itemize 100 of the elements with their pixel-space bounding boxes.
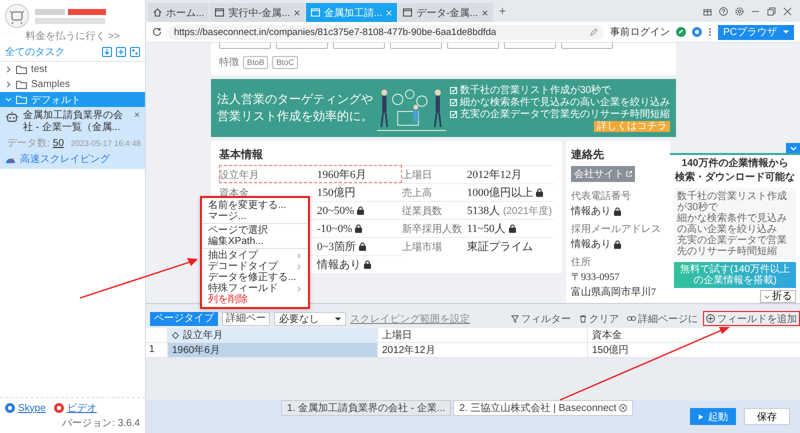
checkbox-icon xyxy=(450,99,457,106)
home-icon xyxy=(153,8,162,17)
tasks-header: 全てのタスク xyxy=(5,46,66,59)
popup-title: 140万件の企業情報から xyxy=(682,158,788,170)
column-header[interactable]: 設立年月 xyxy=(167,328,377,342)
folder-icon xyxy=(16,65,27,74)
pencil-icon[interactable] xyxy=(590,28,598,36)
menu-item[interactable]: 列を削除 xyxy=(202,294,308,305)
task-card[interactable]: 金属加工請負業界の会社 - 企業一覧（金属... × データ数: 50 2023-05-17 16:4:48 高速スクレイピング xyxy=(0,107,145,169)
save-button[interactable]: 保存 xyxy=(744,408,790,425)
import-icon[interactable] xyxy=(102,47,112,57)
play-icon xyxy=(698,414,704,420)
dropdown[interactable]: 必要なし xyxy=(274,312,346,326)
footer-link[interactable]: ビデオ xyxy=(66,401,97,415)
toolbar-button[interactable]: フィールドを追加 xyxy=(703,311,800,326)
field-value: 東証プライム xyxy=(467,240,533,254)
info-field[interactable]: 新卒採用人数 11~50人 xyxy=(402,219,554,237)
field-label: 設立年月 xyxy=(219,168,260,182)
new-tab-button[interactable]: + xyxy=(494,4,512,18)
help-icon[interactable] xyxy=(719,6,728,16)
lock-icon xyxy=(364,260,371,269)
info-field[interactable]: 売上高 1000億円以上 xyxy=(402,183,554,201)
window-icon xyxy=(403,8,412,17)
field-label: 上場日 xyxy=(402,168,433,182)
field-label: 新卒採用人数 xyxy=(402,222,463,236)
redaction-block xyxy=(68,8,106,14)
video-icon[interactable] xyxy=(54,403,64,413)
extension-icon[interactable] xyxy=(692,27,702,37)
card-title: 基本情報 xyxy=(219,148,264,163)
field-value: 1000億円以上 xyxy=(467,186,533,200)
close-icon[interactable] xyxy=(294,10,300,16)
field-value: 150億円 xyxy=(317,186,356,200)
chevron-icon[interactable] xyxy=(5,66,12,73)
data-count-link[interactable]: 50 xyxy=(52,138,64,148)
close-button[interactable]: × xyxy=(134,110,140,121)
folder-item[interactable]: test xyxy=(0,62,145,77)
field-label: 採用メールアドレス xyxy=(571,223,662,236)
features-label: 特徴 xyxy=(219,56,239,69)
info-field[interactable]: 設立年月 1960年6月 xyxy=(219,165,402,183)
info-field[interactable]: 従業員数 5138人 (2021年度) xyxy=(402,201,554,219)
menu-item[interactable]: データを修正する... xyxy=(202,272,308,283)
settings-icon[interactable] xyxy=(735,6,744,16)
skype-icon[interactable] xyxy=(5,403,15,413)
filter-icon xyxy=(511,314,519,322)
table-cell: 2012年12月 xyxy=(377,343,587,357)
caret-icon xyxy=(335,316,341,322)
task-time: 2023-05-17 16:4:48 xyxy=(70,138,141,148)
info-field[interactable]: 上場市場 東証プライム xyxy=(402,237,554,255)
data-count-label: データ数: xyxy=(7,137,50,150)
close-icon[interactable] xyxy=(482,10,488,16)
info-field[interactable]: 上場日 2012年12月 xyxy=(402,165,554,183)
lock-icon xyxy=(355,224,362,233)
folder-item[interactable]: Samples xyxy=(0,77,145,92)
external-link-icon xyxy=(626,171,632,177)
restore-icon[interactable] xyxy=(767,6,776,16)
add-icon[interactable] xyxy=(116,47,126,57)
lock-icon xyxy=(536,188,543,197)
column-header[interactable]: 上場日 xyxy=(377,328,587,342)
footer-link[interactable]: Skype xyxy=(18,402,46,414)
more-icon[interactable] xyxy=(708,27,712,37)
toolbar-button[interactable]: 詳細ページに xyxy=(624,311,701,326)
version-label: バージョン: 3.6.4 xyxy=(62,417,140,430)
close-icon[interactable] xyxy=(619,404,628,412)
robot-avatar-icon[interactable] xyxy=(5,4,29,28)
field-value: 0~3箇所 xyxy=(317,240,356,254)
toolbar-button[interactable]: クリア xyxy=(576,311,622,326)
menu-item[interactable]: 特殊フィールド xyxy=(202,283,308,294)
extension-icon[interactable] xyxy=(676,27,686,37)
billing-link[interactable]: 料金を払うに行く >> xyxy=(25,29,120,43)
field-value: 情報あり xyxy=(571,238,611,251)
collapse-toggle[interactable] xyxy=(786,143,800,153)
field-label: 代表電話番号 xyxy=(571,190,632,203)
run-tab[interactable]: 2. 三協立山株式会社 | Baseconnect xyxy=(453,400,634,416)
collapse-button[interactable]: 折る xyxy=(760,290,796,303)
browser-tab[interactable]: ホーム... xyxy=(148,3,210,22)
browser-tab[interactable]: 実行中-金属... xyxy=(210,3,306,22)
field-value: 11~50人 xyxy=(467,222,506,236)
run-tab[interactable]: 1. 金属加工請負業界の会社 - 企業... xyxy=(281,400,452,416)
field-value: 1960年6月 xyxy=(317,168,366,182)
field-value: 情報あり xyxy=(317,258,361,272)
reload-icon[interactable] xyxy=(152,27,162,37)
toolbar-button[interactable]: フィルター xyxy=(508,311,574,326)
card-title: 連絡先 xyxy=(571,148,605,163)
close-icon[interactable] xyxy=(783,6,792,16)
field-value: 富山県高岡市早川7 xyxy=(571,286,656,299)
browser-tab[interactable]: データ-金属... xyxy=(398,3,494,22)
popup-point: 数千社の営業リスト作成が30秒で xyxy=(677,191,788,213)
pre-login-button[interactable]: 事前ログイン xyxy=(610,25,670,39)
field-label: 売上高 xyxy=(402,186,433,200)
lock-icon xyxy=(358,242,366,251)
folder-icon xyxy=(16,95,27,104)
url-field[interactable]: https://baseconnect.in/companies/81c375e7-8108-477b-90be-6aa1de8bdfda xyxy=(168,24,604,40)
caret-icon xyxy=(783,29,789,35)
menu-item[interactable]: 抽出タイプ xyxy=(202,250,308,261)
grid-icon[interactable] xyxy=(130,47,140,57)
page-type-button[interactable]: 詳細ペー xyxy=(222,312,270,326)
redaction-block xyxy=(35,18,105,24)
chevron-icon xyxy=(296,286,302,292)
chevron-icon xyxy=(790,144,796,152)
chevron-icon[interactable] xyxy=(5,81,12,88)
